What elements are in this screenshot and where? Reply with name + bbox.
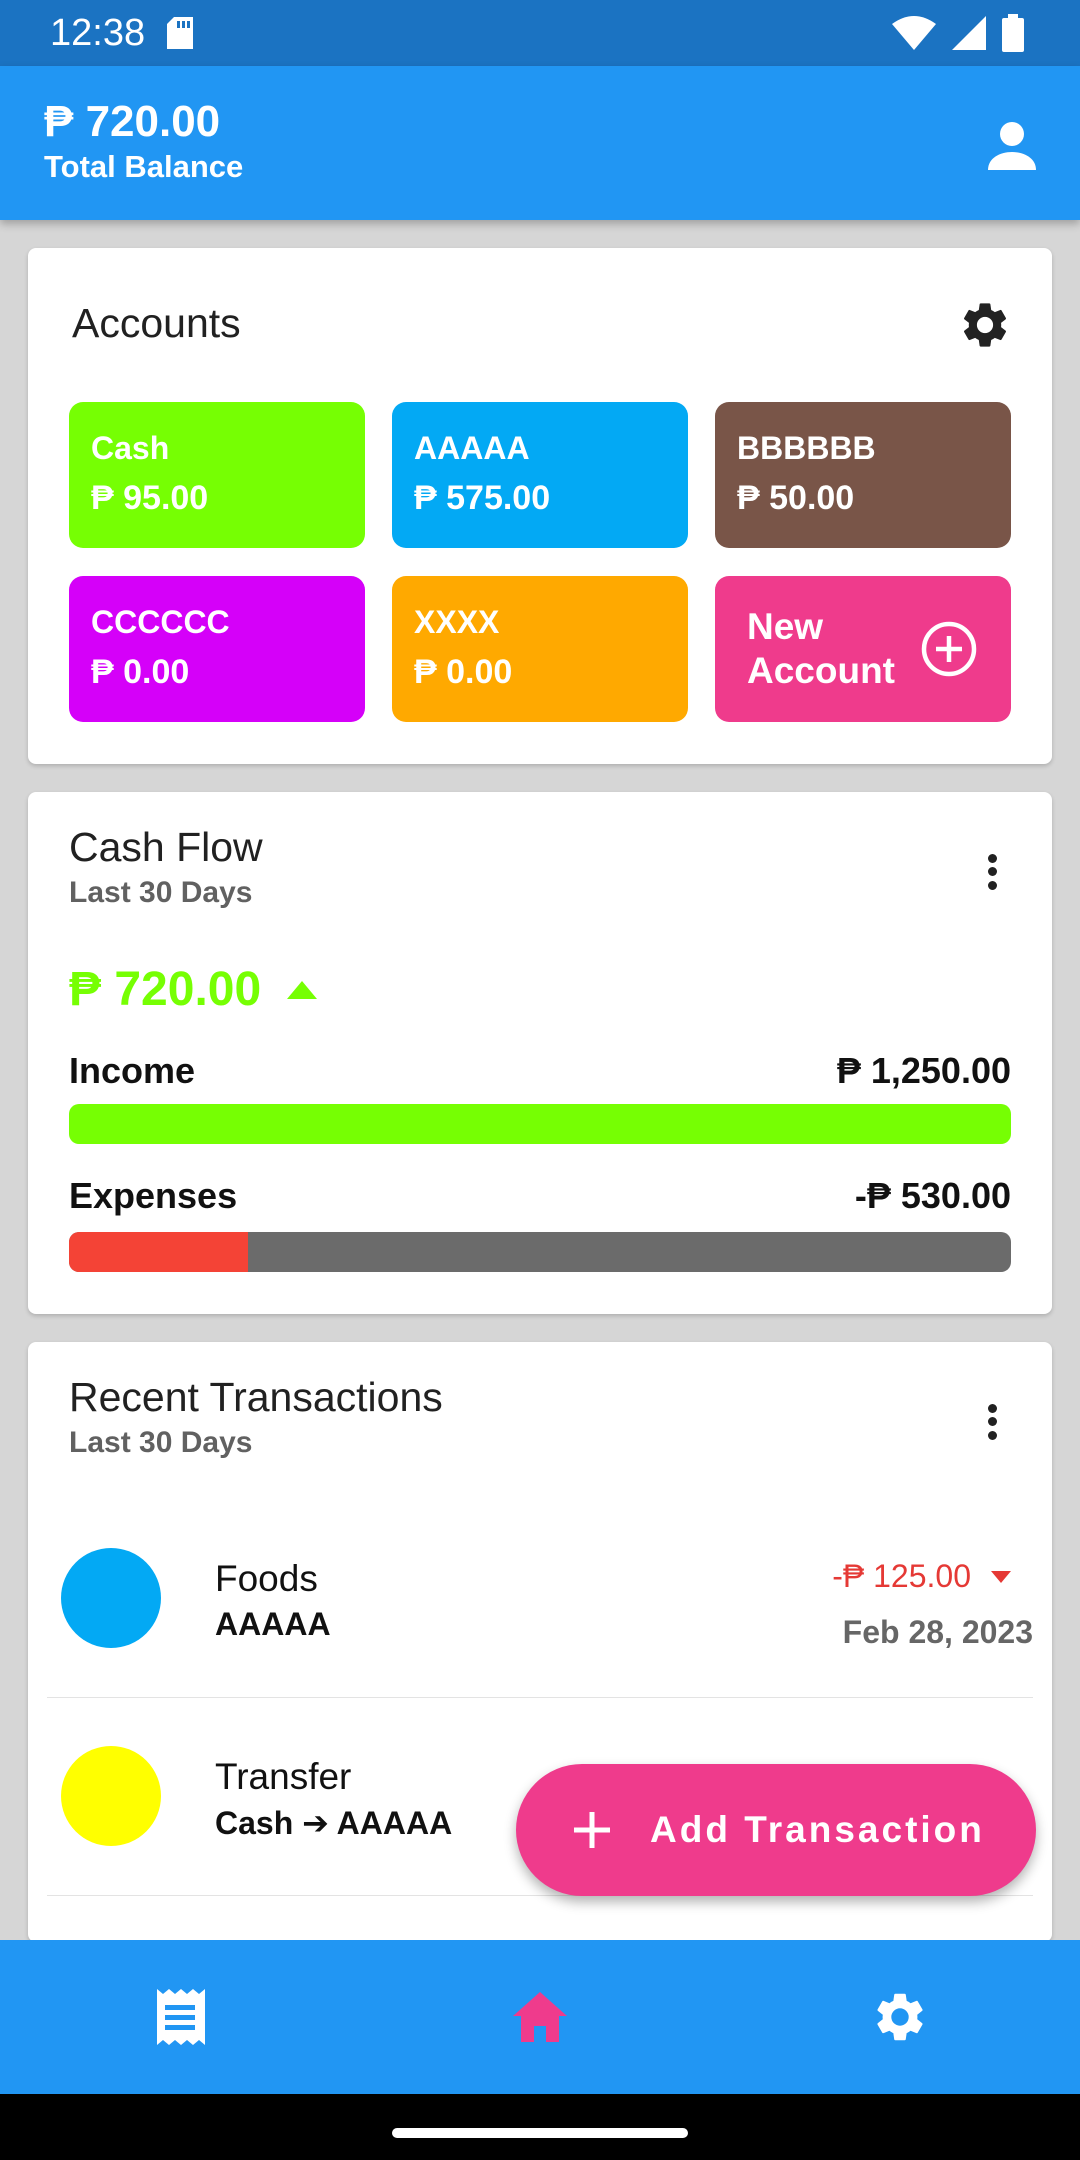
more-vert-icon [987, 1404, 997, 1414]
profile-button[interactable] [982, 116, 1042, 176]
recent-transactions-title: Recent Transactions [69, 1374, 443, 1420]
expenses-value: -₱ 530.00 [854, 1175, 1011, 1216]
status-time: 12:38 [50, 11, 146, 54]
account-tile-aaaaa[interactable]: AAAAA ₱ 575.00 [392, 402, 688, 548]
app-bar: ₱ 720.00 Total Balance [0, 66, 1080, 220]
transaction-category: Transfer [215, 1756, 352, 1797]
transaction-row[interactable]: Foods AAAAA -₱ 125.00 Feb 28, 2023 [47, 1502, 1033, 1698]
expenses-label: Expenses [69, 1175, 238, 1216]
arrow-up-icon [287, 980, 318, 999]
income-bar-fill [69, 1104, 1011, 1144]
transaction-date: Feb 28, 2023 [842, 1614, 1033, 1650]
account-tile-cash[interactable]: Cash ₱ 95.00 [69, 402, 365, 548]
receipt-icon [157, 1989, 205, 2045]
account-tile-bbbbbb[interactable]: BBBBBB ₱ 50.00 [715, 402, 1011, 548]
new-account-button[interactable]: New Account [715, 576, 1011, 722]
transaction-amount-group: -₱ 125.00 [832, 1558, 1011, 1595]
sd-card-icon [167, 17, 194, 49]
account-tile-cccccc[interactable]: CCCCCC ₱ 0.00 [69, 576, 365, 722]
new-account-label: New Account [747, 606, 895, 691]
home-gesture-handle[interactable] [392, 2128, 688, 2138]
status-icons [892, 14, 1024, 52]
recent-transactions-subtitle: Last 30 Days [69, 1426, 253, 1459]
account-name: XXXX [414, 604, 500, 640]
accounts-settings-button[interactable] [958, 298, 1012, 352]
account-balance: ₱ 0.00 [414, 653, 513, 691]
recent-transactions-menu-button[interactable] [972, 1394, 1012, 1450]
account-name: Cash [91, 430, 170, 466]
account-balance: ₱ 95.00 [91, 479, 209, 517]
expenses-bar [69, 1232, 1011, 1272]
account-balance: ₱ 50.00 [737, 479, 855, 517]
nav-settings[interactable] [720, 1940, 1080, 2094]
cash-flow-menu-button[interactable] [972, 844, 1012, 900]
accounts-title: Accounts [72, 300, 241, 346]
transaction-amount: -₱ 125.00 [832, 1558, 971, 1594]
status-bar: 12:38 [0, 0, 1080, 66]
arrow-down-icon [991, 1570, 1011, 1583]
category-color-dot [61, 1746, 161, 1846]
transaction-account: AAAAA [215, 1606, 331, 1642]
system-navigation-bar [0, 2094, 1080, 2160]
income-bar [69, 1104, 1011, 1144]
cash-flow-net: ₱ 720.00 [69, 962, 318, 1017]
home-icon [513, 1992, 567, 2042]
add-transaction-label: Add Transaction [650, 1809, 985, 1850]
account-balance: ₱ 0.00 [91, 653, 190, 691]
cash-flow-title: Cash Flow [69, 824, 263, 870]
add-circle-icon [921, 621, 977, 677]
signal-icon [952, 16, 986, 50]
net-amount-value: ₱ 720.00 [69, 963, 262, 1016]
account-tile-xxxx[interactable]: XXXX ₱ 0.00 [392, 576, 688, 722]
expenses-bar-fill [69, 1232, 248, 1272]
account-name: CCCCCC [91, 604, 230, 640]
person-icon [988, 122, 1036, 170]
add-transaction-button[interactable]: Add Transaction [516, 1764, 1036, 1896]
gear-icon [963, 303, 1007, 347]
accounts-card: Accounts Cash ₱ 95.00 AAAAA ₱ 575.00 BBB… [28, 248, 1052, 764]
total-balance-amount: ₱ 720.00 [44, 97, 221, 146]
income-label: Income [69, 1050, 196, 1091]
nav-home[interactable] [360, 1940, 720, 2094]
cash-flow-subtitle: Last 30 Days [69, 876, 253, 909]
battery-icon [1002, 14, 1024, 52]
plus-icon [574, 1812, 610, 1848]
status-time-group: 12:38 [50, 11, 194, 55]
nav-transactions[interactable] [0, 1940, 360, 2094]
cash-flow-card: Cash Flow Last 30 Days ₱ 720.00 Income ₱… [28, 792, 1052, 1314]
total-balance-label: Total Balance [44, 149, 244, 184]
gear-icon [877, 1993, 923, 2041]
transaction-account: Cash ➔ AAAAA [215, 1805, 453, 1841]
wifi-icon [892, 16, 936, 50]
income-value: ₱ 1,250.00 [836, 1050, 1011, 1091]
account-balance: ₱ 575.00 [414, 479, 551, 517]
more-vert-icon [987, 854, 997, 864]
bottom-navigation [0, 1940, 1080, 2094]
transaction-category: Foods [215, 1558, 318, 1599]
account-name: AAAAA [414, 430, 530, 466]
account-name: BBBBBB [737, 430, 876, 466]
category-color-dot [61, 1548, 161, 1648]
